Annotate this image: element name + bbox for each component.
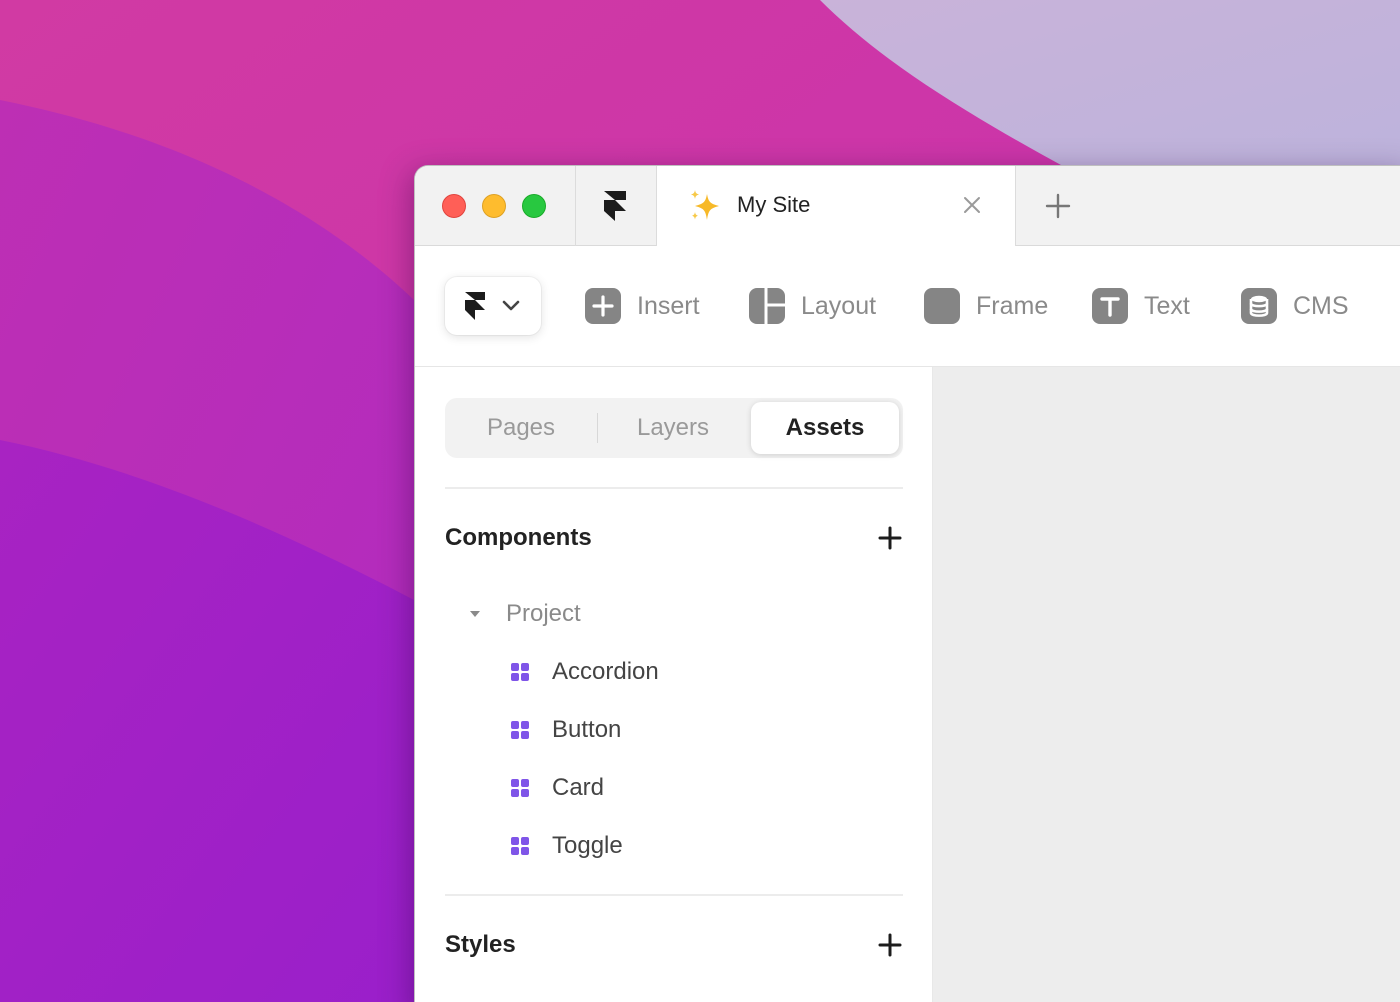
caret-down-icon[interactable] [470,611,480,617]
zoom-window-button[interactable] [522,194,546,218]
frame-icon [924,288,960,324]
section-divider [445,487,903,489]
text-button[interactable]: Text [1092,288,1190,324]
cms-button[interactable]: CMS [1241,288,1349,324]
frame-label: Frame [976,291,1049,320]
components-section-title: Components [445,524,592,551]
layout-label: Layout [801,291,877,320]
component-icon [511,663,529,681]
new-tab-button[interactable] [1040,188,1076,224]
add-style-button[interactable] [877,932,903,958]
tab-my-site[interactable]: My Site [656,166,1016,247]
component-label: Toggle [552,832,623,859]
layout-icon [749,288,785,324]
component-item-card[interactable]: Card [511,773,604,803]
layout-button[interactable]: Layout [749,288,876,324]
titlebar-divider [575,166,576,246]
close-window-button[interactable] [442,194,466,218]
component-icon [511,721,529,739]
component-icon [511,837,529,855]
tab-layers[interactable]: Layers [597,402,749,454]
canvas-area[interactable] [933,367,1400,1002]
plus-square-icon [585,288,621,324]
app-window: My Site Insert Layout Frame Text CMS Pag… [414,165,1400,1002]
database-icon [1241,288,1277,324]
component-icon [511,779,529,797]
left-sidebar: Pages Layers Assets Components Project A… [415,367,933,1002]
main-menu-button[interactable] [445,277,541,335]
component-item-accordion[interactable]: Accordion [511,657,659,687]
close-tab-icon[interactable] [959,192,985,218]
text-icon [1092,288,1128,324]
folder-project[interactable]: Project [470,599,581,629]
add-component-button[interactable] [877,525,903,551]
tab-pages[interactable]: Pages [445,402,597,454]
toolbar: Insert Layout Frame Text CMS [415,246,1400,367]
component-label: Card [552,774,605,801]
tab-assets[interactable]: Assets [751,402,899,454]
framer-logo-icon[interactable] [601,190,629,222]
sidebar-tab-switcher: Pages Layers Assets [445,398,903,458]
component-item-toggle[interactable]: Toggle [511,831,623,861]
component-label: Button [552,716,622,743]
component-label: Accordion [552,658,659,685]
minimize-window-button[interactable] [482,194,506,218]
tab-title: My Site [737,192,811,217]
folder-label: Project [506,600,581,627]
text-label: Text [1144,291,1190,320]
title-bar: My Site [415,166,1400,247]
insert-label: Insert [637,291,700,320]
sparkle-icon [687,188,723,224]
component-item-button[interactable]: Button [511,715,621,745]
framer-logo-icon [464,291,486,321]
chevron-down-icon [501,297,521,315]
cms-label: CMS [1293,291,1349,320]
insert-button[interactable]: Insert [585,288,700,324]
frame-button[interactable]: Frame [924,288,1048,324]
section-divider [445,894,903,896]
styles-section-title: Styles [445,931,516,958]
